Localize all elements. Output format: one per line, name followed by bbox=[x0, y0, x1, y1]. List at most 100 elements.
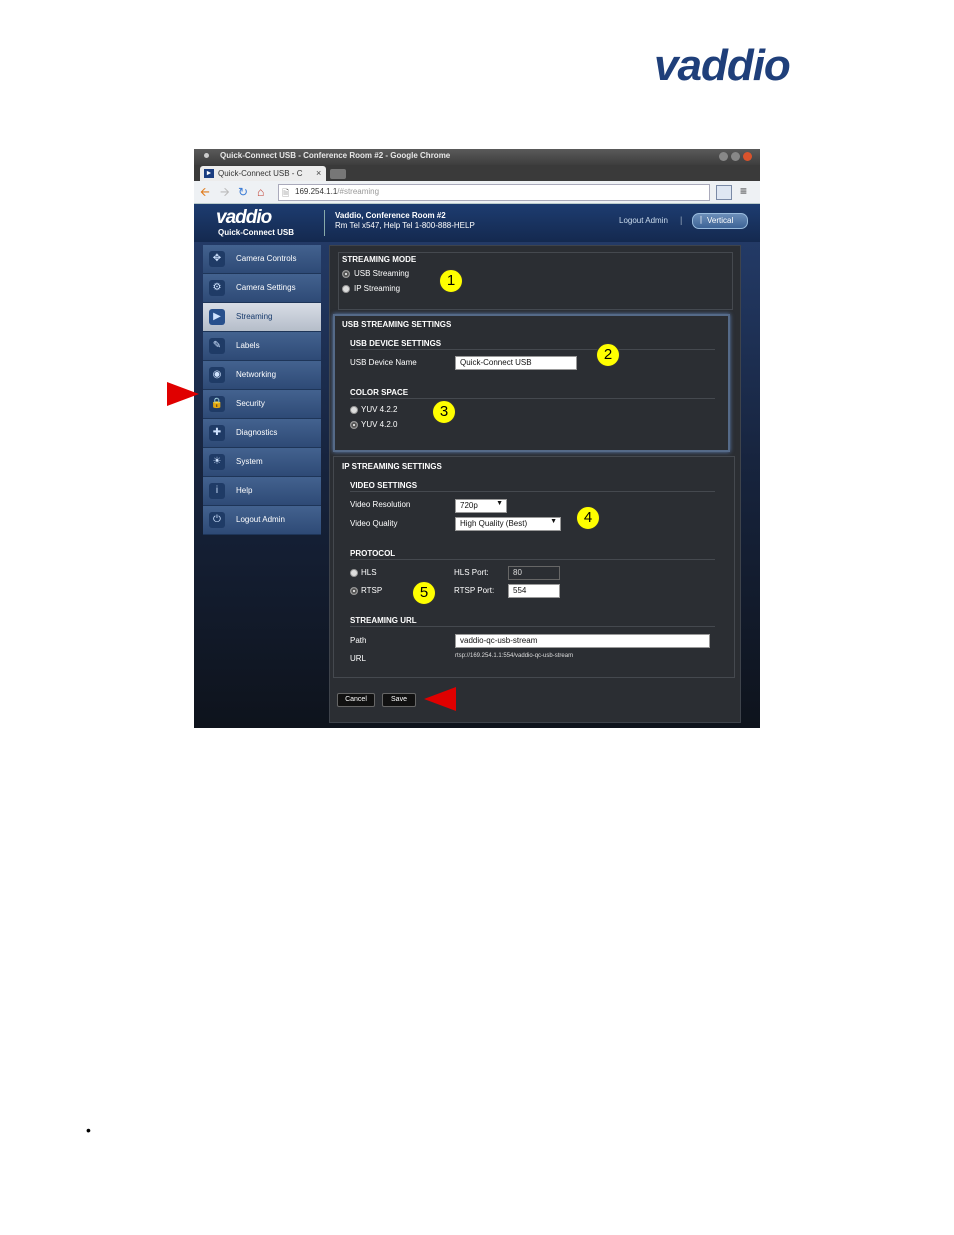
browser-tab[interactable]: ► Quick-Connect USB - C × bbox=[200, 166, 326, 181]
sidebar-item-label: Help bbox=[236, 486, 253, 495]
content-panel: STREAMING MODE USB Streaming IP Streamin… bbox=[329, 245, 741, 723]
hls-port-input[interactable]: 80 bbox=[508, 566, 560, 580]
callout-1: 1 bbox=[439, 269, 463, 293]
security-icon: 🔒 bbox=[209, 396, 225, 412]
sidebar-item-diagnostics[interactable]: ✚ Diagnostics bbox=[203, 419, 321, 448]
rtsp-port-input[interactable]: 554 bbox=[508, 584, 560, 598]
screen-share-icon[interactable] bbox=[716, 185, 732, 200]
rtsp-label: RTSP bbox=[361, 586, 383, 595]
url-value: rtsp://169.254.1.1:554/vaddio-qc-usb-str… bbox=[455, 653, 574, 659]
usb-device-settings-heading: USB DEVICE SETTINGS bbox=[350, 339, 442, 348]
streaming-url-heading: STREAMING URL bbox=[350, 616, 417, 625]
callout-4: 4 bbox=[576, 506, 600, 530]
save-button[interactable]: Save bbox=[382, 693, 416, 707]
close-window-icon[interactable] bbox=[743, 152, 752, 161]
save-button-label: Save bbox=[391, 696, 407, 703]
vertical-button[interactable]: ∣ Vertical bbox=[692, 213, 748, 229]
header-divider bbox=[324, 210, 325, 236]
video-resolution-label: Video Resolution bbox=[350, 500, 411, 509]
forward-icon[interactable]: 🡪 bbox=[220, 185, 230, 199]
vaddio-logo-text: vaddio bbox=[654, 44, 790, 90]
sidebar-item-label: Logout Admin bbox=[236, 515, 285, 524]
streaming-pointer-arrow bbox=[167, 382, 199, 406]
yuv-422-radio[interactable] bbox=[350, 406, 358, 414]
path-label: Path bbox=[350, 636, 367, 645]
sidebar-item-streaming[interactable]: ▶ Streaming bbox=[203, 303, 321, 332]
rtsp-radio[interactable] bbox=[350, 587, 358, 595]
ip-streaming-radio[interactable] bbox=[342, 285, 350, 293]
labels-icon: ✎ bbox=[209, 338, 225, 354]
sidebar-item-label: Security bbox=[236, 399, 265, 408]
maximize-icon[interactable] bbox=[731, 152, 740, 161]
room-name: Vaddio, Conference Room #2 bbox=[335, 211, 446, 220]
video-settings-heading: VIDEO SETTINGS bbox=[350, 481, 418, 490]
sidebar-item-networking[interactable]: ◉ Networking bbox=[203, 361, 321, 390]
sidebar-item-labels[interactable]: ✎ Labels bbox=[203, 332, 321, 361]
networking-icon: ◉ bbox=[209, 367, 225, 383]
save-pointer-arrow bbox=[424, 687, 456, 711]
ip-streaming-settings-heading: IP STREAMING SETTINGS bbox=[342, 462, 442, 471]
help-icon: i bbox=[209, 483, 225, 499]
header-logout-link[interactable]: Logout Admin bbox=[619, 216, 668, 225]
usb-device-name-input[interactable]: Quick-Connect USB bbox=[455, 356, 577, 370]
page-icon: 🗎 bbox=[282, 188, 290, 198]
sidebar-item-camera-settings[interactable]: ⚙ Camera Settings bbox=[203, 274, 321, 303]
usb-device-name-label: USB Device Name bbox=[350, 358, 417, 367]
ip-streaming-label: IP Streaming bbox=[354, 284, 401, 293]
minimize-icon[interactable] bbox=[719, 152, 728, 161]
cancel-button[interactable]: Cancel bbox=[337, 693, 375, 707]
home-icon[interactable]: ⌂ bbox=[257, 185, 264, 199]
callout-number: 5 bbox=[419, 584, 429, 601]
new-tab-button[interactable] bbox=[330, 169, 346, 179]
path-input[interactable]: vaddio-qc-usb-stream bbox=[455, 634, 710, 648]
browser-window: Quick-Connect USB - Conference Room #2 -… bbox=[194, 149, 760, 728]
tab-favicon-icon: ► bbox=[204, 169, 214, 178]
app-header: vaddio Quick-Connect USB Vaddio, Confere… bbox=[194, 204, 760, 242]
callout-3: 3 bbox=[432, 400, 456, 424]
system-icon: ☀ bbox=[209, 454, 225, 470]
sidebar-item-system[interactable]: ☀ System bbox=[203, 448, 321, 477]
browser-tabbar: ► Quick-Connect USB - C × bbox=[194, 165, 760, 181]
sidebar-item-help[interactable]: i Help bbox=[203, 477, 321, 506]
divider bbox=[350, 349, 715, 350]
diagnostics-icon: ✚ bbox=[209, 425, 225, 441]
menu-icon[interactable]: ≡ bbox=[740, 184, 747, 198]
protocol-heading: PROTOCOL bbox=[350, 549, 396, 558]
url-text: 169.254.1.1/#streaming bbox=[295, 187, 379, 196]
sidebar-item-label: Diagnostics bbox=[236, 428, 278, 437]
hls-radio[interactable] bbox=[350, 569, 358, 577]
video-quality-value: High Quality (Best) bbox=[460, 519, 528, 528]
sidebar-item-security[interactable]: 🔒 Security bbox=[203, 390, 321, 419]
browser-toolbar: 🡨 🡪 ↻ ⌂ 🗎 169.254.1.1/#streaming ≡ bbox=[194, 181, 760, 204]
chevron-down-icon: ▼ bbox=[550, 518, 557, 525]
usb-streaming-radio[interactable] bbox=[342, 270, 350, 278]
sidebar-item-camera-controls[interactable]: ✥ Camera Controls bbox=[203, 245, 321, 274]
usb-streaming-settings-section bbox=[333, 314, 730, 452]
tab-close-icon[interactable]: × bbox=[316, 168, 321, 178]
divider bbox=[350, 626, 715, 627]
chevron-down-icon: ▼ bbox=[496, 500, 503, 507]
video-resolution-select[interactable]: 720p ▼ bbox=[455, 499, 507, 513]
callout-5: 5 bbox=[412, 581, 436, 605]
callout-number: 2 bbox=[603, 346, 613, 363]
yuv-420-radio[interactable] bbox=[350, 421, 358, 429]
yuv-422-label: YUV 4.2.2 bbox=[361, 405, 398, 414]
usb-streaming-label: USB Streaming bbox=[354, 269, 410, 278]
vaddio-logo: vaddio bbox=[654, 44, 791, 90]
hls-port-label: HLS Port: bbox=[454, 568, 489, 577]
power-icon: ⏻ bbox=[209, 512, 225, 528]
url-host: 169.254.1.1 bbox=[295, 187, 338, 196]
callout-number: 4 bbox=[583, 509, 593, 526]
sidebar-item-logout-admin[interactable]: ⏻ Logout Admin bbox=[203, 506, 321, 535]
bullet: • bbox=[86, 1122, 91, 1138]
cancel-button-label: Cancel bbox=[345, 696, 367, 703]
back-icon[interactable]: 🡨 bbox=[200, 185, 210, 199]
video-quality-select[interactable]: High Quality (Best) ▼ bbox=[455, 517, 561, 531]
callout-number: 3 bbox=[439, 403, 449, 420]
usb-device-name-value: Quick-Connect USB bbox=[460, 358, 532, 367]
reload-icon[interactable]: ↻ bbox=[238, 185, 248, 199]
color-space-heading: COLOR SPACE bbox=[350, 388, 409, 397]
address-bar[interactable]: 🗎 169.254.1.1/#streaming bbox=[278, 184, 710, 201]
divider bbox=[350, 398, 715, 399]
yuv-420-label: YUV 4.2.0 bbox=[361, 420, 398, 429]
